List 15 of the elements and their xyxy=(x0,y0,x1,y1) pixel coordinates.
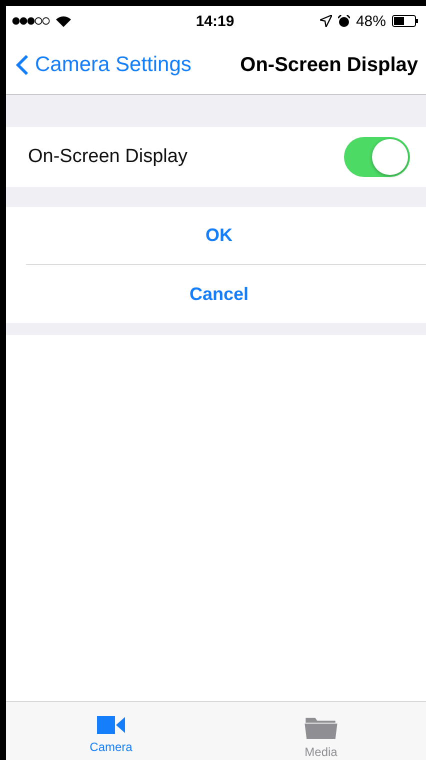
status-time: 14:19 xyxy=(196,12,234,30)
tab-bar-item[interactable]: Media xyxy=(216,702,426,760)
battery-icon xyxy=(392,15,418,27)
tab-bar-item[interactable]: Camera xyxy=(6,702,216,760)
alarm-clock-icon xyxy=(338,14,350,28)
signal-icon xyxy=(12,17,50,25)
folder-icon xyxy=(304,716,338,739)
nav-title: On-Screen Display xyxy=(240,54,418,76)
back-chevron-icon xyxy=(16,54,29,76)
battery-percentage: 48% xyxy=(356,12,386,30)
toggle-switch[interactable] xyxy=(344,137,410,177)
setting-label: On-Screen Display xyxy=(28,146,188,168)
video-camera-icon xyxy=(97,716,125,734)
location-arrow-icon xyxy=(320,15,332,27)
wifi-icon xyxy=(56,16,71,26)
